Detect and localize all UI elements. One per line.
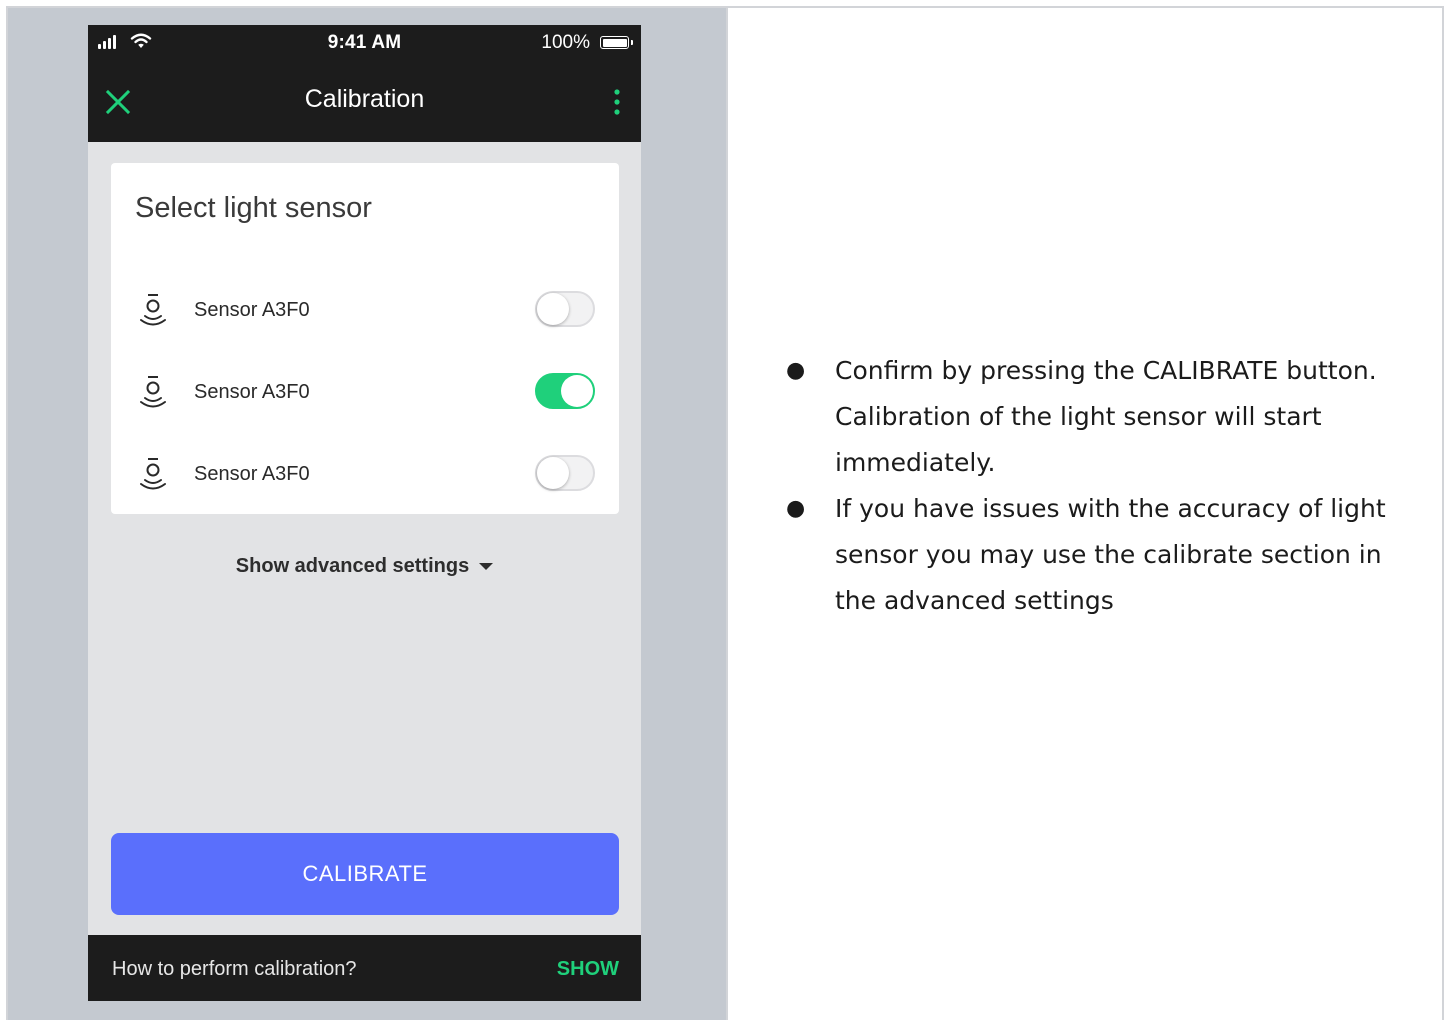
bullet-icon: ● bbox=[786, 358, 806, 383]
snackbar-text: How to perform calibration? bbox=[112, 958, 357, 980]
instructions-list: ● Confirm by pressing the CALIBRATE butt… bbox=[786, 348, 1386, 624]
sensor-label: Sensor A3F0 bbox=[194, 381, 310, 403]
sensor-row[interactable]: Sensor A3F0 bbox=[111, 362, 619, 422]
sensor-toggle[interactable] bbox=[535, 291, 595, 327]
battery-percent: 100% bbox=[541, 32, 590, 53]
sensor-label: Sensor A3F0 bbox=[194, 463, 310, 485]
light-sensor-icon bbox=[140, 376, 166, 408]
sensor-label: Sensor A3F0 bbox=[194, 299, 310, 321]
panel-divider bbox=[726, 8, 728, 1020]
light-sensor-icon bbox=[140, 294, 166, 326]
light-sensor-icon bbox=[140, 458, 166, 490]
show-button[interactable]: SHOW bbox=[557, 958, 619, 981]
note-text: Confirm by pressing the CALIBRATE button… bbox=[835, 356, 1377, 477]
page-title: Calibration bbox=[304, 85, 425, 113]
sensor-toggle[interactable] bbox=[535, 373, 595, 409]
advanced-settings-toggle[interactable]: Show advanced settings bbox=[88, 555, 641, 578]
caret-down-icon bbox=[479, 563, 494, 571]
battery-icon bbox=[600, 36, 633, 49]
list-item: ● If you have issues with the accuracy o… bbox=[786, 486, 1386, 624]
bullet-icon: ● bbox=[786, 496, 806, 521]
more-vert-icon[interactable] bbox=[611, 86, 623, 118]
advanced-settings-label: Show advanced settings bbox=[235, 555, 470, 577]
card-title: Select light sensor bbox=[135, 192, 372, 224]
app-bar: Calibration bbox=[88, 61, 641, 142]
list-item: ● Confirm by pressing the CALIBRATE butt… bbox=[786, 348, 1386, 486]
sensor-row[interactable]: Sensor A3F0 bbox=[111, 280, 619, 340]
sensor-row[interactable]: Sensor A3F0 bbox=[111, 444, 619, 504]
sensor-toggle[interactable] bbox=[535, 455, 595, 491]
calibrate-button[interactable]: CALIBRATE bbox=[111, 833, 619, 915]
phone-screen: 9:41 AM 100% Calibration Select light se… bbox=[88, 25, 641, 1001]
sensor-card: Select light sensor Sensor A3F0 Sensor A… bbox=[111, 163, 619, 514]
snackbar: How to perform calibration? SHOW bbox=[88, 935, 641, 1001]
status-bar: 9:41 AM 100% bbox=[88, 25, 641, 61]
note-text: If you have issues with the accuracy of … bbox=[835, 494, 1386, 615]
